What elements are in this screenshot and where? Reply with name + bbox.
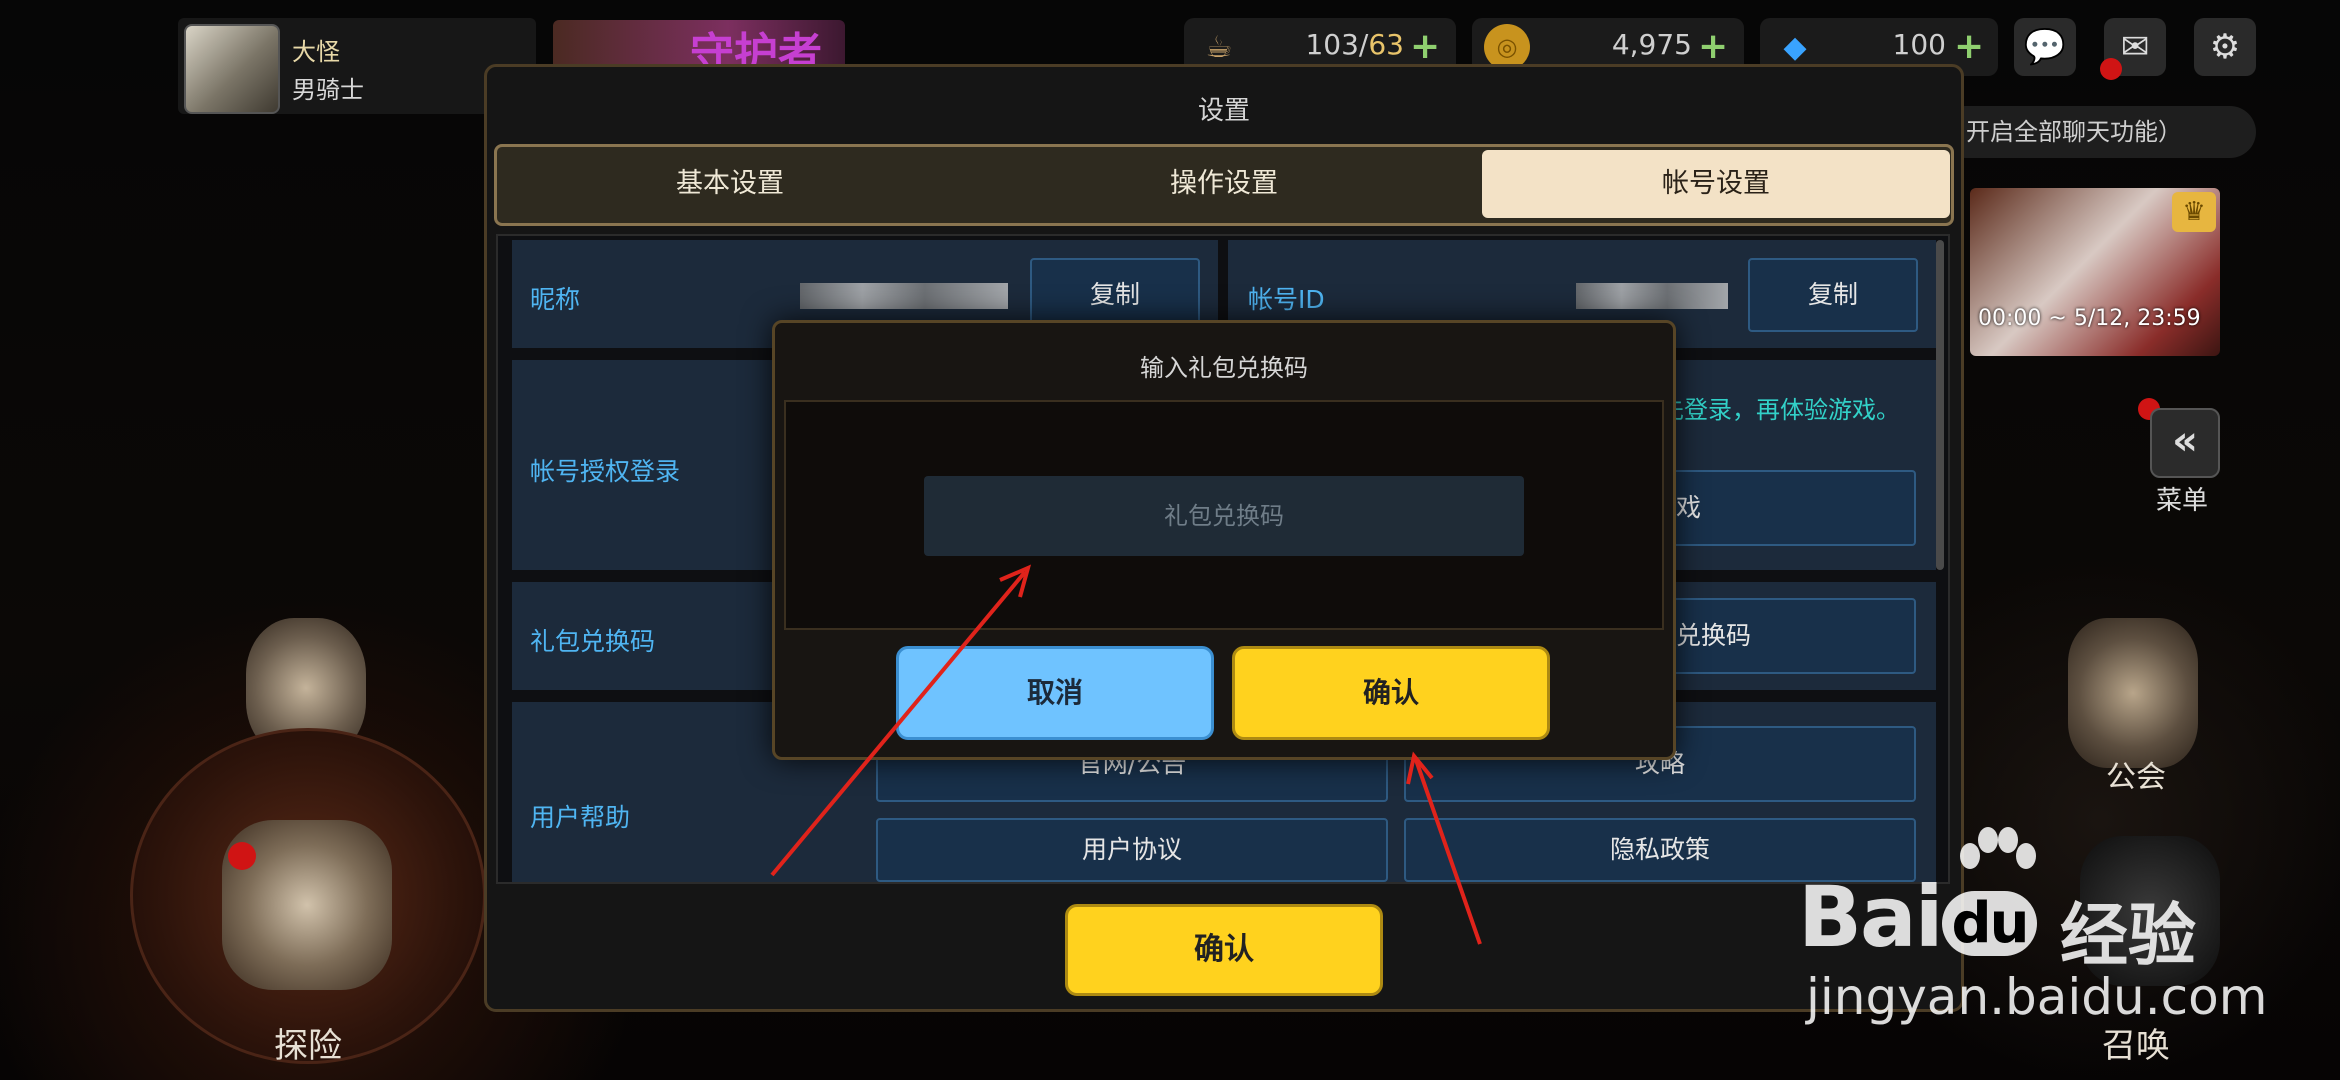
double-chevron-left-icon: «: [2172, 418, 2198, 464]
crown-icon: ♛: [2172, 192, 2216, 232]
guild-icon[interactable]: [2068, 618, 2198, 768]
nickname-label: 昵称: [530, 285, 581, 314]
explore-notification-dot: [228, 842, 256, 870]
add-stamina-button[interactable]: +: [1410, 26, 1440, 67]
auth-login-note: 先登录，再体验游戏。: [1660, 396, 1900, 424]
mail-notification-dot: [2100, 58, 2122, 80]
user-agreement-button[interactable]: 用户协议: [876, 818, 1388, 882]
guest-play-label: 戏: [1676, 493, 1702, 522]
gem-value: 100: [1892, 28, 1946, 61]
gold-value: 4,975: [1611, 28, 1692, 61]
gear-icon: ⚙: [2209, 27, 2241, 67]
watermark-jingyan: 经验: [2060, 897, 2197, 976]
user-help-label: 用户帮助: [530, 803, 631, 832]
add-gem-button[interactable]: +: [1954, 26, 1984, 67]
stamina-value: 103/63: [1305, 28, 1404, 61]
gift-code-button-label: 兑换码: [1676, 621, 1752, 650]
avatar[interactable]: [184, 24, 280, 114]
paw-logo-icon: [1960, 827, 2036, 869]
confirm-button[interactable]: 确认: [1232, 646, 1550, 740]
menu-label: 菜单: [2156, 486, 2209, 516]
tab-basic-settings[interactable]: 基本设置: [496, 150, 964, 218]
menu-toggle-button[interactable]: «: [2150, 408, 2220, 478]
scrollbar[interactable]: [1936, 240, 1944, 570]
nickname-value-blurred: [800, 283, 1008, 309]
settings-confirm-button[interactable]: 确认: [1065, 904, 1383, 996]
add-gold-button[interactable]: +: [1698, 26, 1728, 67]
auth-login-label: 帐号授权登录: [530, 457, 681, 486]
explore-label: 探险: [274, 1026, 342, 1066]
settings-title: 设置: [1197, 96, 1250, 126]
player-name: 大怪: [292, 38, 340, 66]
gift-code-label: 礼包兑换码: [530, 627, 656, 656]
dialog-title: 输入礼包兑换码: [1140, 354, 1308, 382]
account-id-label: 帐号ID: [1248, 285, 1325, 314]
settings-button[interactable]: ⚙: [2194, 18, 2256, 76]
mail-icon: ✉: [2120, 27, 2150, 67]
watermark-url: jingyan.baidu.com: [1806, 968, 2268, 1026]
tab-control-settings[interactable]: 操作设置: [990, 150, 1458, 218]
promo-time-range: 00:00 ~ 5/12, 23:59: [1978, 306, 2201, 331]
account-id-value-blurred: [1576, 283, 1728, 309]
gift-code-input[interactable]: [924, 476, 1524, 556]
copy-account-id-button[interactable]: 复制: [1748, 258, 1918, 332]
tab-account-settings[interactable]: 帐号设置: [1482, 150, 1950, 218]
cancel-button[interactable]: 取消: [896, 646, 1214, 740]
chat-bubble-icon: 💬: [2023, 27, 2067, 67]
player-class: 男骑士: [292, 76, 364, 104]
chat-notice[interactable]: 开启全部聊天功能）: [1940, 106, 2256, 158]
guild-label: 公会: [2106, 760, 2166, 795]
chat-button[interactable]: 💬: [2014, 18, 2076, 76]
